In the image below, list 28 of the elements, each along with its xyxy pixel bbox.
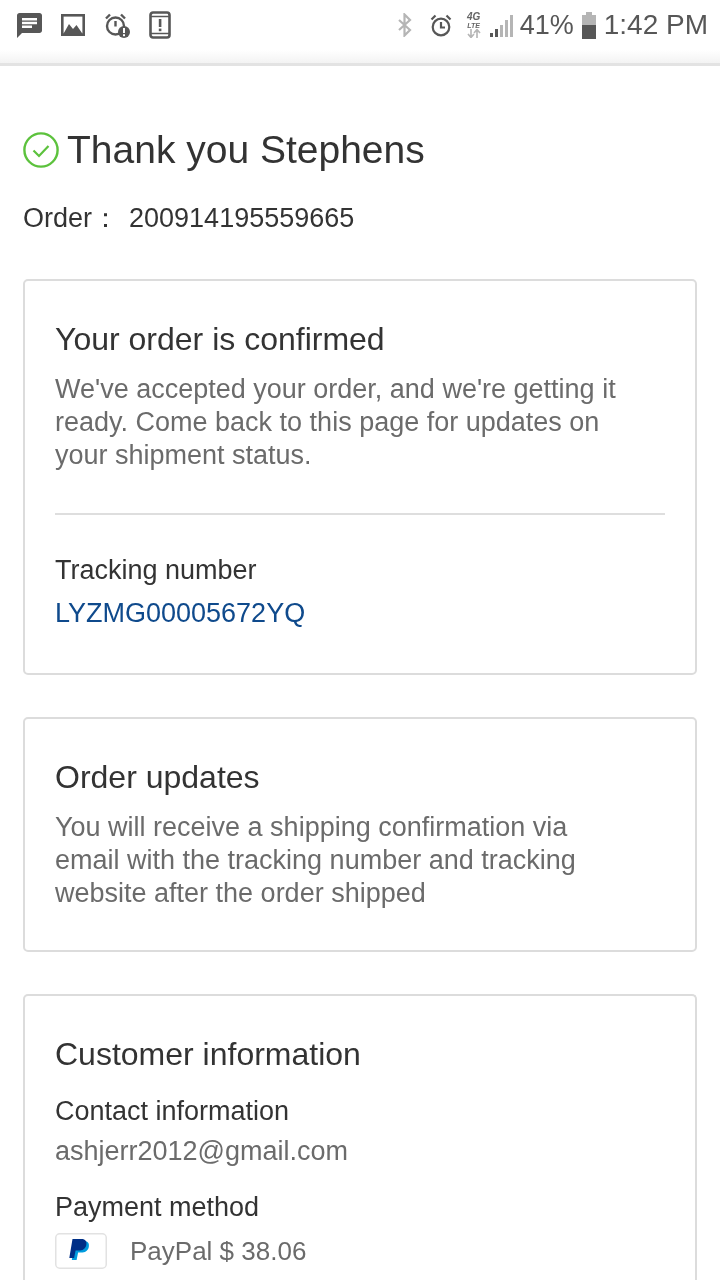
- payment-logo-icon: [55, 1233, 107, 1269]
- card-title: Order updates: [55, 759, 261, 795]
- image-icon: [61, 14, 85, 36]
- field-label: Payment method: [55, 1191, 261, 1223]
- card-title: Customer information: [55, 1036, 362, 1072]
- clock-time: 1:42 PM: [603, 9, 708, 41]
- card-text: You will receive a shipping confirmation via email with the tracking number and tracking website after the order shipped: [55, 811, 577, 910]
- check-circle-icon: [23, 132, 59, 168]
- field-label: Tracking number: [55, 554, 258, 586]
- bluetooth-icon: [396, 13, 414, 37]
- order-number: 200914195559665: [129, 202, 355, 234]
- battery-percent: 41%: [519, 9, 574, 41]
- page-title: Thank you Stephens: [67, 127, 425, 173]
- card-text: We've accepted your order, and we're getting it ready. Come back to this page for updates on your shipment status.: [55, 373, 617, 472]
- field-value: ashjerr2012@gmail.com: [55, 1135, 350, 1167]
- signal-icon: [489, 13, 514, 37]
- card-title: Your order is confirmed: [55, 321, 386, 357]
- battery-icon: [581, 11, 596, 39]
- tracking-number-link[interactable]: LYZMG00005672YQ: [55, 598, 306, 628]
- order-label: Order：: [23, 202, 120, 234]
- data-arrows-icon: [466, 29, 481, 38]
- phone-alert-icon: [149, 11, 171, 39]
- alarm-icon: [428, 13, 453, 37]
- network-type-label: 4G: [467, 12, 481, 22]
- payment-value: PayPal $ 38.06: [130, 1235, 307, 1268]
- alarm-alert-icon: [104, 12, 130, 38]
- message-icon: [17, 12, 42, 38]
- field-label: Contact information: [55, 1095, 291, 1127]
